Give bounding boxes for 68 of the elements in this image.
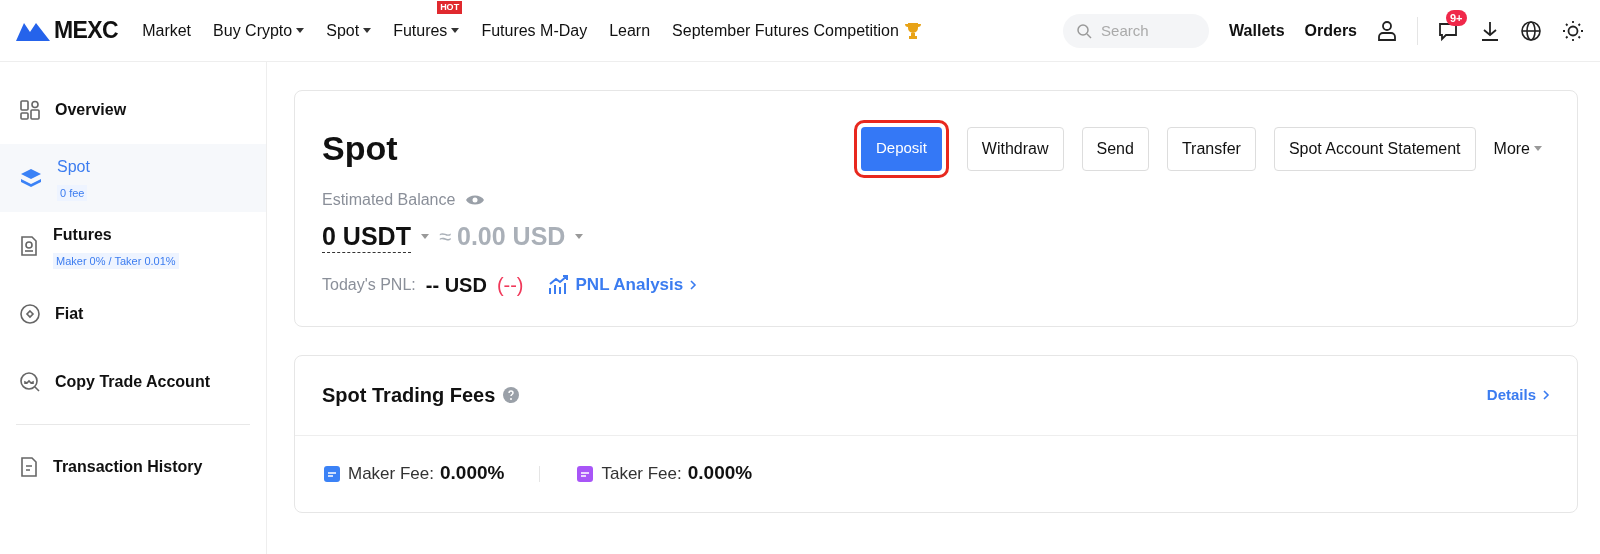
user-icon[interactable] xyxy=(1377,19,1397,42)
fee-label: Maker Fee: xyxy=(348,462,434,485)
fee-value: 0.000% xyxy=(687,461,753,486)
header-link[interactable]: Orders xyxy=(1304,18,1357,43)
nav-link[interactable]: Buy Crypto xyxy=(213,18,305,43)
grid-icon xyxy=(19,99,41,121)
nav-link[interactable]: September Futures Competition xyxy=(672,18,923,43)
search-person-icon xyxy=(19,371,41,393)
sidebar-label: Futures xyxy=(53,225,112,245)
pnl-label: Today's PNL: xyxy=(322,274,416,295)
sidebar-label: Copy Trade Account xyxy=(55,372,210,392)
sidebar-item[interactable]: Transaction History xyxy=(0,433,266,501)
usd-amount: 0.00 USD xyxy=(457,221,566,252)
document-icon xyxy=(19,235,39,257)
sun-icon[interactable] xyxy=(1562,19,1584,42)
action-button[interactable]: Spot Account Statement xyxy=(1273,126,1476,171)
chart-icon xyxy=(547,274,570,295)
coin-icon xyxy=(19,303,41,325)
header-link[interactable]: Wallets xyxy=(1229,18,1285,43)
sidebar-item[interactable]: Fiat xyxy=(0,280,266,348)
fee-label: Taker Fee: xyxy=(601,462,682,485)
globe-icon[interactable] xyxy=(1520,19,1542,42)
sidebar-item[interactable]: Futures Maker 0% / Taker 0.01% xyxy=(0,212,266,280)
fee-tag: Maker 0% / Taker 0.01% xyxy=(53,253,179,269)
pnl-change: (--) xyxy=(496,272,524,298)
chevron-icon xyxy=(689,278,698,291)
logo-text: MEXC xyxy=(54,16,119,46)
deposit-button[interactable]: Deposit xyxy=(860,126,942,171)
search-field[interactable]: Search xyxy=(1063,13,1210,48)
action-button[interactable]: Send xyxy=(1081,126,1149,171)
nav-link[interactable]: Market xyxy=(142,18,192,43)
search-icon xyxy=(1076,22,1093,39)
action-button[interactable]: Transfer xyxy=(1166,126,1256,171)
trophy-icon xyxy=(902,20,923,41)
more-menu[interactable]: More xyxy=(1493,136,1542,161)
action-button[interactable]: Withdraw xyxy=(966,126,1064,171)
sidebar-label: Overview xyxy=(55,100,127,120)
caret-icon xyxy=(420,233,429,240)
sidebar-item[interactable]: Copy Trade Account xyxy=(0,348,266,416)
fee-value: 0.000% xyxy=(440,461,505,486)
file-icon xyxy=(19,456,39,478)
balance-amount[interactable]: 0 USDT xyxy=(322,220,411,254)
approx-sign: ≈ xyxy=(438,223,451,252)
nav-link[interactable]: Learn xyxy=(609,18,651,43)
details-link[interactable]: Details xyxy=(1486,383,1550,407)
pnl-value: -- USD xyxy=(425,272,487,298)
caret-icon xyxy=(575,233,584,240)
eye-icon[interactable] xyxy=(465,193,486,207)
help-icon[interactable] xyxy=(503,387,520,403)
nav-link[interactable]: Spot xyxy=(326,18,372,43)
nav-link[interactable]: Futures M-Day xyxy=(481,18,588,43)
pnl-analysis-link[interactable]: PNL Analysis xyxy=(547,271,698,298)
nav-link[interactable]: Futures xyxy=(393,18,460,43)
sidebar-label: Transaction History xyxy=(53,457,203,477)
page-title: Spot xyxy=(322,128,398,169)
sidebar-item[interactable]: Overview xyxy=(0,76,266,144)
layers-icon xyxy=(19,167,43,189)
balance-label: Estimated Balance xyxy=(322,190,456,210)
download-icon[interactable] xyxy=(1480,19,1500,42)
chevron-icon xyxy=(1542,389,1550,401)
caret-icon xyxy=(1534,145,1542,152)
hot-badge: HOT xyxy=(437,0,463,14)
section-title: Spot Trading Fees xyxy=(322,383,496,408)
fee-tag: 0 fee xyxy=(57,185,88,201)
sidebar-label: Fiat xyxy=(55,304,84,324)
sidebar-label: Spot xyxy=(57,157,90,177)
sidebar-item[interactable]: Spot 0 fee xyxy=(0,144,266,212)
notification-badge: 9+ xyxy=(1446,9,1467,26)
